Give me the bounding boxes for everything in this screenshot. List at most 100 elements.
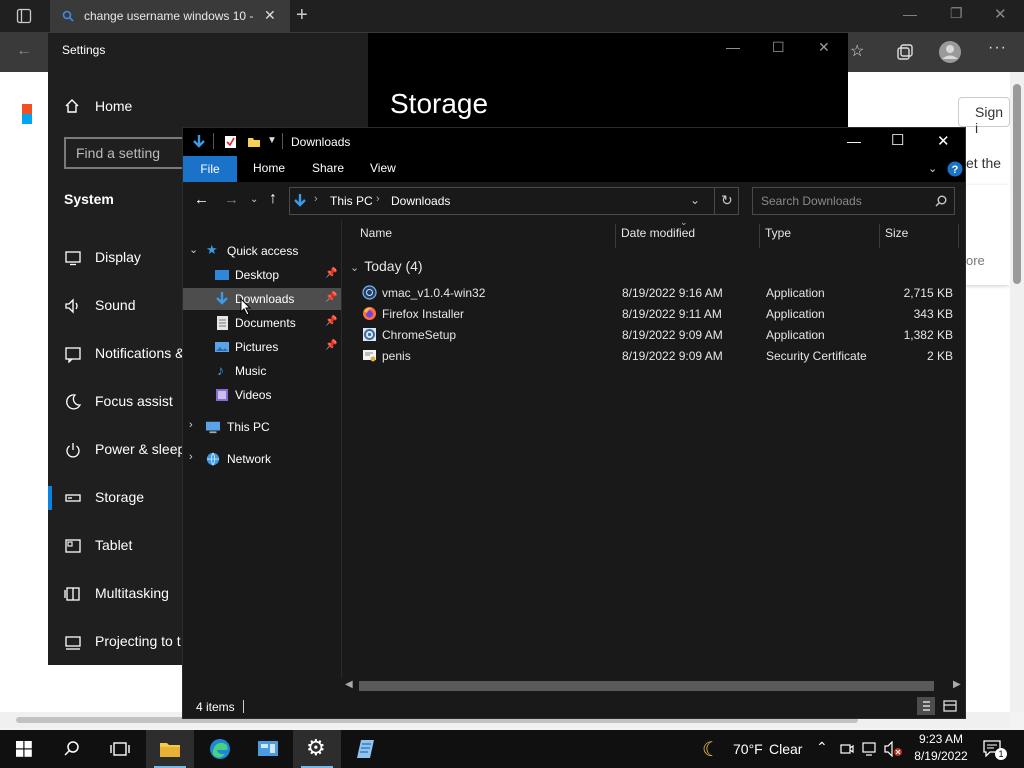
expanded-chevron-icon[interactable]: ⌄ (189, 243, 198, 256)
tree-downloads[interactable]: Downloads 📌 (183, 288, 341, 316)
taskbar-edge[interactable] (196, 730, 244, 768)
new-folder-icon[interactable] (247, 135, 261, 148)
browser-back-icon[interactable]: ← (16, 42, 32, 60)
explorer-close-icon[interactable]: ✕ (937, 132, 950, 150)
file-row[interactable]: Firefox Installer 8/19/2022 9:11 AM Appl… (342, 303, 966, 324)
horizontal-scroll-thumb[interactable] (359, 681, 934, 691)
file-row[interactable]: vmac_v1.0.4-win32 8/19/2022 9:16 AM Appl… (342, 282, 966, 303)
action-center-button[interactable]: 1 (982, 739, 1007, 760)
gear-icon: ⚙ (306, 735, 326, 760)
recent-locations-chevron-icon[interactable]: ⌄ (250, 194, 258, 205)
properties-icon[interactable] (224, 135, 237, 149)
taskbar-file-explorer[interactable] (146, 730, 194, 768)
group-header-today[interactable]: ⌄ Today (4) (350, 258, 423, 274)
up-arrow-icon[interactable]: ↑ (269, 190, 277, 208)
tree-quick-access[interactable]: ⌄ ★ Quick access (183, 240, 341, 262)
new-tab-icon[interactable]: + (296, 4, 308, 27)
star-icon: ★ (206, 242, 218, 257)
weather-temperature[interactable]: 70°F (733, 741, 763, 757)
column-separator[interactable] (958, 224, 959, 248)
start-button[interactable] (0, 730, 48, 768)
settings-minimize-icon[interactable]: — (726, 39, 740, 55)
settings-close-icon[interactable]: ✕ (818, 39, 830, 56)
address-dropdown-icon[interactable]: ⌄ (690, 193, 700, 207)
ribbon-tab-home[interactable]: Home (253, 161, 285, 175)
taskbar-app[interactable] (244, 730, 292, 768)
tree-this-pc[interactable]: › This PC (183, 416, 341, 438)
weather-condition[interactable]: Clear (769, 741, 802, 757)
scroll-left-icon[interactable]: ◀ (345, 679, 353, 690)
pin-icon[interactable]: 📌 (325, 268, 337, 279)
tree-documents[interactable]: Documents 📌 (183, 312, 341, 334)
search-button[interactable] (48, 730, 96, 768)
file-row[interactable]: penis 8/19/2022 9:09 AM Security Certifi… (342, 345, 966, 366)
refresh-button[interactable]: ↻ (714, 188, 738, 214)
settings-maximize-icon[interactable]: ☐ (772, 39, 785, 56)
page-vertical-scroll-thumb[interactable] (1013, 84, 1021, 284)
tree-videos[interactable]: Videos (183, 384, 341, 406)
column-header-size[interactable]: Size (885, 226, 908, 240)
column-separator[interactable] (879, 224, 880, 248)
settings-home-link[interactable]: Home (64, 97, 184, 117)
explorer-status-bar: 4 items (183, 694, 965, 718)
details-view-icon[interactable] (917, 697, 935, 715)
ribbon-tab-share[interactable]: Share (312, 161, 344, 175)
column-header-type[interactable]: Type (765, 226, 791, 240)
svg-text:?: ? (952, 164, 959, 176)
profile-avatar-icon[interactable] (938, 40, 962, 64)
ribbon-tab-file[interactable]: File (183, 156, 237, 182)
address-bar[interactable]: › This PC › Downloads ⌄ ↻ (289, 187, 739, 215)
tree-music[interactable]: ♪ Music (183, 360, 341, 382)
page-vertical-scrollbar[interactable] (1010, 72, 1024, 712)
explorer-minimize-icon[interactable]: — (847, 133, 861, 149)
column-header-date-modified[interactable]: Date modified (621, 226, 695, 240)
file-row[interactable]: ChromeSetup 8/19/2022 9:09 AM Applicatio… (342, 324, 966, 345)
breadcrumb-this-pc[interactable]: This PC (330, 194, 373, 208)
expand-ribbon-icon[interactable]: ⌄ (928, 162, 937, 175)
browser-minimize-icon[interactable]: — (903, 6, 917, 22)
network-status-icon[interactable] (862, 742, 878, 756)
sign-in-button[interactable]: Sign i (958, 97, 1010, 136)
pin-icon[interactable]: 📌 (325, 316, 337, 327)
tree-label: Network (227, 452, 272, 466)
task-view-button[interactable] (96, 730, 144, 768)
tree-desktop[interactable]: Desktop 📌 (183, 264, 341, 286)
column-separator[interactable] (615, 224, 616, 248)
collapsed-chevron-icon[interactable]: › (189, 451, 193, 463)
more-options-icon[interactable]: ··· (988, 39, 1007, 57)
forward-arrow-icon[interactable]: → (224, 191, 239, 208)
show-hidden-icons-icon[interactable]: ⌃ (816, 739, 828, 756)
tree-network[interactable]: › Network (183, 448, 341, 470)
tab-actions-icon[interactable] (16, 8, 32, 24)
favorites-icon[interactable]: ☆ (850, 41, 864, 61)
collections-icon[interactable] (896, 43, 914, 61)
large-icons-view-icon[interactable] (941, 697, 959, 715)
meet-now-icon[interactable] (840, 742, 854, 756)
taskbar-settings[interactable]: ⚙ (293, 730, 341, 768)
weather-moon-icon[interactable]: ☾ (702, 737, 720, 762)
taskbar-notepad[interactable] (342, 730, 390, 768)
pin-icon[interactable]: 📌 (325, 292, 337, 303)
speaker-icon (65, 298, 78, 314)
search-downloads-input[interactable]: Search Downloads (752, 187, 955, 215)
column-header-name[interactable]: Name (360, 226, 392, 240)
collapsed-chevron-icon[interactable]: › (189, 419, 193, 431)
breadcrumb-downloads[interactable]: Downloads (391, 194, 450, 208)
pin-icon[interactable]: 📌 (325, 340, 337, 351)
browser-close-icon[interactable]: ✕ (994, 5, 1007, 23)
tree-pictures[interactable]: Pictures 📌 (183, 336, 341, 358)
file-list-horizontal-scrollbar[interactable]: ◀ ▶ (341, 678, 965, 694)
close-tab-icon[interactable]: ✕ (264, 7, 276, 24)
quick-access-toolbar-dropdown-icon[interactable]: ▼ (267, 135, 277, 146)
column-separator[interactable] (759, 224, 760, 248)
ribbon-tab-view[interactable]: View (370, 161, 396, 175)
browser-tab[interactable]: change username windows 10 - ✕ (50, 0, 290, 32)
browser-restore-icon[interactable]: ❐ (950, 5, 963, 22)
task-view-icon (110, 742, 130, 756)
back-arrow-icon[interactable]: ← (194, 191, 209, 208)
scroll-right-icon[interactable]: ▶ (953, 679, 961, 690)
system-clock[interactable]: 9:23 AM 8/19/2022 (910, 732, 972, 763)
volume-muted-icon[interactable] (884, 741, 904, 757)
help-icon[interactable]: ? (947, 161, 963, 177)
explorer-maximize-icon[interactable]: ☐ (891, 131, 904, 149)
